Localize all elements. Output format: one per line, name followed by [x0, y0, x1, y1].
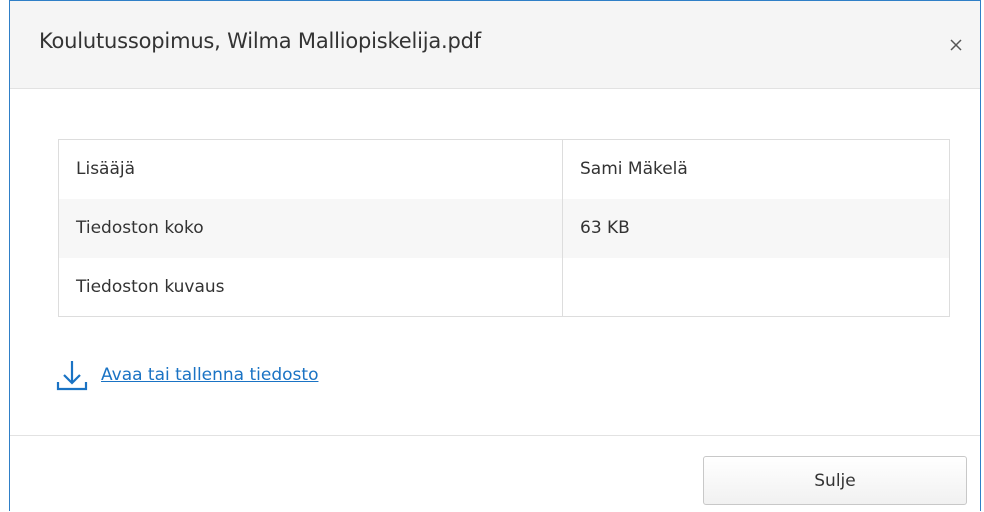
file-details-table: Lisääjä Sami Mäkelä Tiedoston koko 63 KB… [58, 139, 950, 317]
row-value-adder: Sami Mäkelä [580, 159, 688, 180]
table-row: Tiedoston kuvaus [58, 257, 950, 317]
open-or-save-file-link[interactable]: Avaa tai tallenna tiedosto [101, 365, 318, 385]
download-link-row[interactable]: Avaa tai tallenna tiedosto [54, 356, 318, 394]
download-icon[interactable] [54, 356, 90, 394]
row-label-file-description: Tiedoston kuvaus [58, 257, 563, 317]
close-button[interactable]: Sulje [703, 456, 967, 505]
dialog-footer: Sulje [10, 435, 980, 512]
row-value-file-size: 63 KB [562, 198, 950, 258]
row-label-adder: Lisääjä [58, 139, 563, 199]
table-row: Lisääjä Sami Mäkelä [58, 139, 950, 199]
table-row: Tiedoston koko 63 KB [58, 198, 950, 258]
row-value-file-description [563, 258, 950, 317]
dialog-title: Koulutussopimus, Wilma Malliopiskelija.p… [39, 29, 481, 53]
dialog-header: Koulutussopimus, Wilma Malliopiskelija.p… [10, 1, 980, 89]
close-icon[interactable] [946, 35, 966, 55]
row-label-file-size: Tiedoston koko [58, 198, 563, 258]
file-dialog: Koulutussopimus, Wilma Malliopiskelija.p… [9, 0, 981, 511]
